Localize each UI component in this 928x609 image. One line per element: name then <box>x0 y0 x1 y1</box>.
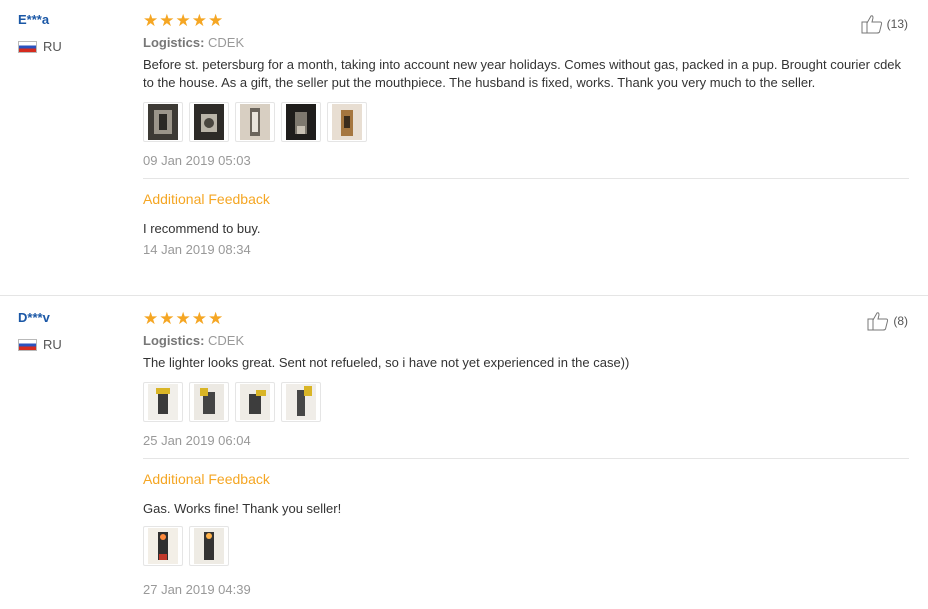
photo-thumbnail[interactable] <box>143 102 183 142</box>
photo-thumbnail[interactable] <box>189 382 229 422</box>
additional-feedback-title: Additional Feedback <box>143 471 270 487</box>
feedback-content: ★★★★★ Logistics: CDEK The lighter looks … <box>143 310 909 597</box>
feedback-content: ★★★★★ Logistics: CDEK Before st. petersb… <box>143 12 909 257</box>
photo-thumbnail[interactable] <box>327 102 367 142</box>
feedback-text: Before st. petersburg for a month, takin… <box>143 57 902 90</box>
photo-thumbnail[interactable] <box>235 382 275 422</box>
additional-feedback-date: 14 Jan 2019 08:34 <box>143 242 251 257</box>
russia-flag-icon <box>18 40 37 53</box>
user-info: E***a RU <box>18 12 128 54</box>
user-country: RU <box>18 39 62 54</box>
photo-list <box>143 526 909 566</box>
user-name[interactable]: D***v <box>18 310 128 325</box>
feedback-date: 09 Jan 2019 05:03 <box>143 153 251 168</box>
user-country: RU <box>18 337 62 352</box>
feedback-date: 25 Jan 2019 06:04 <box>143 433 251 448</box>
logistics-info: Logistics: CDEK <box>143 35 909 50</box>
country-code: RU <box>43 337 62 352</box>
logistics-label: Logistics: <box>143 333 205 348</box>
additional-feedback-text: Gas. Works fine! Thank you seller! <box>143 501 342 516</box>
star-rating: ★★★★★ <box>143 309 225 328</box>
star-rating: ★★★★★ <box>143 11 225 30</box>
photo-thumbnail[interactable] <box>281 382 321 422</box>
photo-list <box>143 102 909 142</box>
photo-thumbnail[interactable] <box>235 102 275 142</box>
logistics-value: CDEK <box>208 35 245 50</box>
logistics-label: Logistics: <box>143 35 205 50</box>
photo-thumbnail[interactable] <box>281 102 321 142</box>
divider <box>143 178 909 179</box>
photo-thumbnail[interactable] <box>189 526 229 566</box>
feedback-item: E***a RU (13) ★★★★★ Logistics: CDEK Befo… <box>0 0 928 296</box>
divider <box>143 458 909 459</box>
photo-list <box>143 382 909 422</box>
logistics-info: Logistics: CDEK <box>143 333 909 348</box>
country-code: RU <box>43 39 62 54</box>
feedback-text: The lighter looks great. Sent not refuel… <box>143 355 630 370</box>
additional-feedback-title: Additional Feedback <box>143 191 270 207</box>
user-info: D***v RU <box>18 310 128 352</box>
additional-feedback-date: 27 Jan 2019 04:39 <box>143 582 251 597</box>
photo-thumbnail[interactable] <box>143 382 183 422</box>
russia-flag-icon <box>18 338 37 351</box>
logistics-value: CDEK <box>208 333 245 348</box>
additional-feedback-text: I recommend to buy. <box>143 221 261 236</box>
photo-thumbnail[interactable] <box>189 102 229 142</box>
feedback-item: D***v RU (8) ★★★★★ Logistics: CDEK The l… <box>0 296 928 609</box>
photo-thumbnail[interactable] <box>143 526 183 566</box>
user-name[interactable]: E***a <box>18 12 128 27</box>
